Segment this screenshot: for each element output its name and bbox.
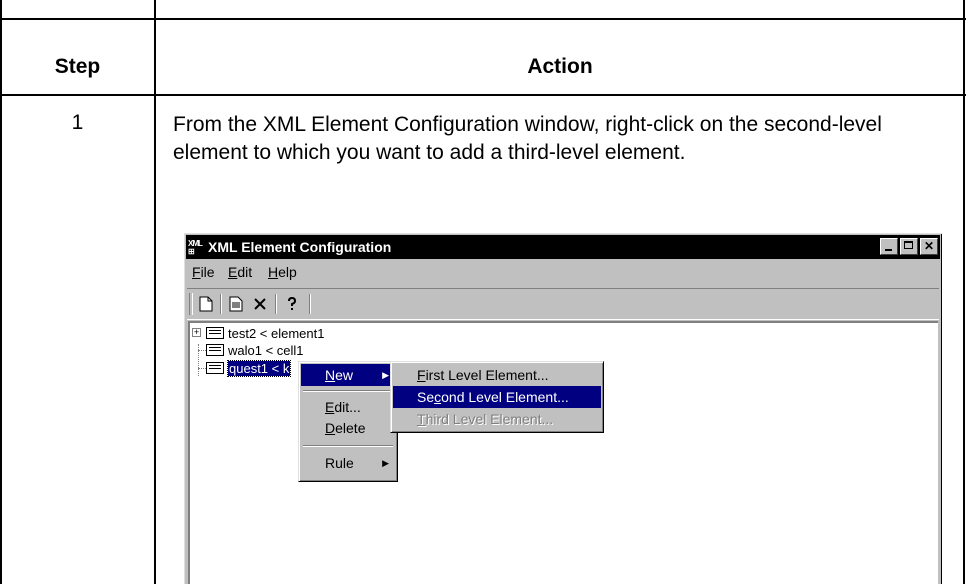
expand-icon[interactable]: + [192,328,201,337]
context-menu-new[interactable]: New ▶ [301,364,395,386]
tree-connector [198,350,206,351]
help-icon [288,296,297,310]
toolbar-separator [220,294,222,314]
tree-item-label: quest1 < k [226,359,292,377]
maximize-button[interactable] [900,238,918,255]
menu-separator [303,390,393,392]
properties-button[interactable] [225,293,247,315]
tree-item[interactable]: + test2 < element1 [192,325,325,341]
element-node-icon [206,362,224,374]
toolbar-separator [275,294,277,314]
menu-bar: File Edit Help [186,261,940,283]
menu-separator [303,445,393,447]
tree-item[interactable]: walo1 < cell1 [206,342,304,358]
delete-icon [254,298,266,310]
tree-item-label: walo1 < cell1 [228,342,304,358]
menu-edit[interactable]: Edit [228,264,252,280]
tree-connector [198,344,199,376]
tree-connector [198,368,206,369]
column-divider [154,0,156,584]
minimize-icon [885,249,892,251]
xml-element-configuration-window: XML ⊞ XML Element Configuration ✕ File E… [184,233,942,584]
action-text: From the XML Element Configuration windo… [173,113,882,164]
delete-button[interactable] [249,293,271,315]
toolbar [187,288,939,320]
help-button[interactable] [281,293,303,315]
header-divider [0,94,966,96]
submenu-arrow-icon: ▶ [382,370,389,380]
context-menu: New ▶ Edit... Delete Rule ▶ [298,361,398,482]
tree-item-label: test2 < element1 [228,325,325,341]
toolbar-grip[interactable] [189,293,193,315]
table-right-border [963,0,965,584]
new-submenu: First Level Element... Second Level Elem… [390,361,604,433]
submenu-second-level-element[interactable]: Second Level Element... [393,386,601,408]
table-top-border [0,18,966,20]
submenu-third-level-element: Third Level Element... [417,411,554,427]
action-column-header: Action [527,55,593,78]
menu-file[interactable]: File [192,264,215,280]
tree-item-selected[interactable]: quest1 < k [206,359,292,377]
step-number: 1 [71,111,84,134]
submenu-first-level-element[interactable]: First Level Element... [393,364,601,386]
element-node-icon [206,327,224,339]
context-menu-edit[interactable]: Edit... [301,396,395,418]
menu-help[interactable]: Help [268,264,297,280]
submenu-arrow-icon: ▶ [382,458,389,468]
new-icon [199,296,213,312]
close-button[interactable]: ✕ [920,238,938,255]
maximize-icon [904,241,913,249]
app-icon: XML ⊞ [188,238,206,256]
step-column-header: Step [54,55,101,78]
element-node-icon [206,344,224,356]
svg-text:⊞: ⊞ [188,247,195,256]
minimize-button[interactable] [880,238,898,255]
properties-icon [229,296,243,312]
window-controls: ✕ [878,238,938,256]
new-button[interactable] [195,293,217,315]
context-menu-delete[interactable]: Delete [301,417,395,439]
table-left-border [0,0,2,584]
close-icon: ✕ [923,239,935,253]
title-bar[interactable]: XML ⊞ XML Element Configuration ✕ [186,235,940,259]
window-title: XML Element Configuration [208,239,392,255]
toolbar-separator [309,294,311,314]
context-menu-rule[interactable]: Rule ▶ [301,452,395,474]
